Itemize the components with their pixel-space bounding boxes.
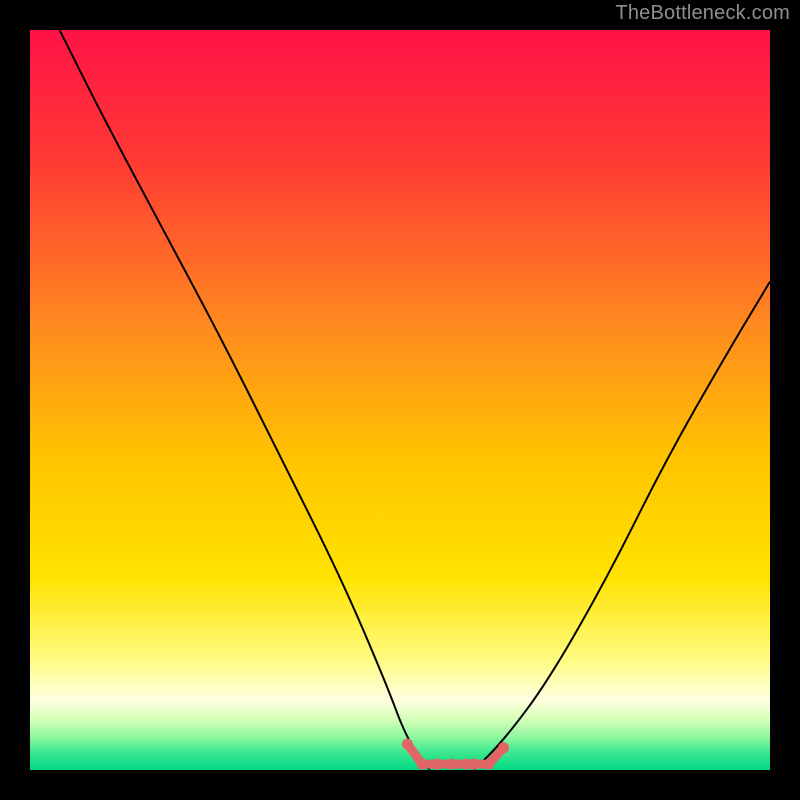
chart-svg (0, 0, 800, 800)
bottom-marker-dot (483, 759, 494, 770)
bottom-marker-dot (469, 759, 480, 770)
bottom-marker-dot (417, 759, 428, 770)
bottom-marker-dot (446, 759, 457, 770)
attribution-watermark: TheBottleneck.com (615, 2, 790, 25)
bottom-marker-dot (498, 742, 509, 753)
bottom-marker-dot (402, 739, 413, 750)
chart-stage: TheBottleneck.com (0, 0, 800, 800)
bottom-marker-dot (432, 759, 443, 770)
plot-background (30, 30, 770, 770)
